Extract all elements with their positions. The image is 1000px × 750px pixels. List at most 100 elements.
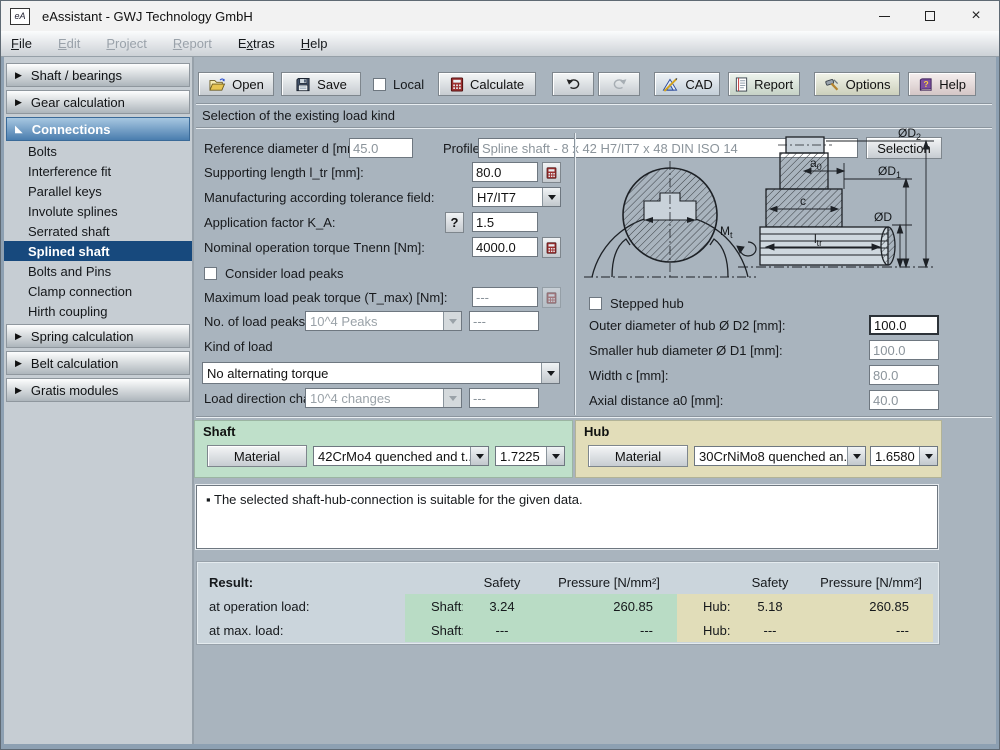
sidebar-group-gratis-modules[interactable]: ▶ Gratis modules (6, 378, 190, 402)
stepped-hub-checkbox[interactable] (589, 297, 602, 310)
menu-edit[interactable]: Edit (58, 36, 80, 51)
hub-material-button[interactable]: Material (588, 445, 688, 467)
toolbar: Open Save Local Calculate CAD Report Opt… (198, 71, 992, 97)
sidebar-item-involute-splines[interactable]: Involute splines (4, 201, 192, 221)
sidebar-item-hirth-coupling[interactable]: Hirth coupling (4, 301, 192, 321)
result-header-row: Result: Safety Pressure [N/mm²] Safety P… (209, 570, 939, 594)
application-factor-help-button[interactable]: ? (445, 212, 464, 233)
menu-extras[interactable]: Extras (238, 36, 275, 51)
max-peak-torque-field[interactable] (472, 287, 538, 307)
chevron-down-icon[interactable] (919, 447, 937, 465)
options-button[interactable]: Options (814, 72, 901, 96)
application-factor-field[interactable] (472, 212, 538, 232)
maximize-button[interactable] (907, 1, 953, 31)
calculator-icon (546, 241, 557, 254)
open-button[interactable]: Open (198, 72, 274, 96)
chevron-down-icon[interactable] (546, 447, 564, 465)
menu-help[interactable]: Help (301, 36, 328, 51)
message-bullet: ▪ (206, 492, 211, 507)
title-bar: eA eAssistant - GWJ Technology GmbH × (1, 1, 999, 31)
cad-ruler-icon (661, 77, 679, 92)
sidebar-item-serrated-shaft[interactable]: Serrated shaft (4, 221, 192, 241)
chevron-down-icon[interactable] (541, 363, 559, 383)
cad-button[interactable]: CAD (654, 72, 721, 96)
window-title: eAssistant - GWJ Technology GmbH (42, 8, 253, 24)
report-button[interactable]: Report (728, 72, 801, 96)
sidebar-item-bolts[interactable]: Bolts (4, 141, 192, 161)
save-button[interactable]: Save (281, 72, 361, 96)
minimize-button[interactable] (861, 1, 907, 31)
chevron-down-icon (443, 312, 461, 330)
load-direction-unit-dropdown[interactable]: 10^4 changes (305, 388, 462, 408)
message-text: The selected shaft-hub-connection is sui… (214, 492, 583, 507)
message-box: ▪ The selected shaft-hub-connection is s… (196, 485, 938, 549)
chevron-down-icon[interactable] (470, 447, 488, 465)
smaller-diameter-field[interactable] (869, 340, 939, 360)
result-title: Result: (209, 574, 254, 590)
sidebar-group-connections[interactable]: ◣ Connections (6, 117, 190, 141)
svg-text:ØD1: ØD1 (878, 164, 901, 180)
app-window: eA eAssistant - GWJ Technology GmbH × Fi… (0, 0, 1000, 750)
sidebar-group-belt-calculation[interactable]: ▶ Belt calculation (6, 351, 190, 375)
load-peaks-unit-dropdown[interactable]: 10^4 Peaks (305, 311, 462, 331)
pressure-column-header: Pressure [N/mm²] (558, 574, 660, 590)
hub-material-number-dropdown[interactable]: 1.6580 (870, 446, 938, 466)
calculate-button[interactable]: Calculate (438, 72, 537, 96)
menu-bar: File Edit Project Report Extras Help (1, 31, 999, 57)
sidebar-item-splined-shaft[interactable]: Splined shaft (4, 241, 192, 261)
shaft-material-number-dropdown[interactable]: 1.7225 (495, 446, 565, 466)
load-direction-field[interactable] (469, 388, 539, 408)
axial-distance-field[interactable] (869, 390, 939, 410)
local-checkbox[interactable] (373, 77, 386, 91)
consider-load-peaks-checkbox[interactable] (204, 267, 217, 280)
result-row-max-load: at max. load: Shaft: --- --- Hub: --- --… (209, 618, 939, 642)
menu-file[interactable]: File (11, 36, 32, 51)
tolerance-dropdown[interactable]: H7/IT7 (472, 187, 561, 207)
redo-button[interactable] (598, 72, 641, 96)
collapsed-arrow-icon: ▶ (15, 69, 22, 80)
status-text: Selection of the existing load kind (202, 108, 395, 123)
shaft-material-button[interactable]: Material (207, 445, 307, 467)
collapsed-arrow-icon: ▶ (15, 384, 22, 395)
expanded-arrow-icon: ◣ (15, 123, 23, 135)
help-book-icon: ? (918, 77, 933, 92)
nominal-torque-calc-button[interactable] (542, 237, 561, 258)
tolerance-field-label: Manufacturing according tolerance field: (204, 190, 435, 205)
close-icon: × (971, 7, 981, 24)
close-button[interactable]: × (953, 1, 999, 31)
main-panel: Open Save Local Calculate CAD Report Opt… (194, 57, 996, 744)
sidebar-item-bolts-and-pins[interactable]: Bolts and Pins (4, 261, 192, 281)
reference-diameter-label: Reference diameter d [mm]: (204, 141, 366, 156)
svg-text:ØD: ØD (874, 210, 892, 224)
kind-of-load-dropdown[interactable]: No alternating torque (202, 362, 560, 384)
help-button[interactable]: ? Help (908, 72, 977, 96)
supporting-length-field[interactable] (472, 162, 538, 182)
hub-material-panel: Hub Material 30CrNiMo8 quenched an... 1.… (575, 420, 942, 478)
hub-material-dropdown[interactable]: 30CrNiMo8 quenched an... (694, 446, 866, 466)
sidebar-group-spring-calculation[interactable]: ▶ Spring calculation (6, 324, 190, 348)
calculator-icon (546, 166, 557, 179)
shaft-material-dropdown[interactable]: 42CrMo4 quenched and t... (313, 446, 489, 466)
safety-column-header: Safety (483, 574, 521, 590)
reference-diameter-field[interactable] (349, 138, 413, 158)
supporting-length-calc-button[interactable] (542, 162, 561, 183)
undo-button[interactable] (552, 72, 595, 96)
sidebar-group-shaft-bearings[interactable]: ▶ Shaft / bearings (6, 63, 190, 87)
menu-report[interactable]: Report (173, 36, 212, 51)
svg-text:c: c (800, 194, 806, 208)
load-peaks-field[interactable] (469, 311, 539, 331)
width-c-field[interactable] (869, 365, 939, 385)
menu-project[interactable]: Project (106, 36, 146, 51)
sidebar-item-interference-fit[interactable]: Interference fit (4, 161, 192, 181)
chevron-down-icon[interactable] (542, 188, 560, 206)
sidebar-item-parallel-keys[interactable]: Parallel keys (4, 181, 192, 201)
sidebar-item-clamp-connection[interactable]: Clamp connection (4, 281, 192, 301)
chevron-down-icon[interactable] (847, 447, 865, 465)
open-folder-icon (208, 77, 226, 92)
result-panel: Result: Safety Pressure [N/mm²] Safety P… (196, 561, 940, 645)
outer-diameter-field[interactable] (869, 315, 939, 335)
shaft-material-panel: Shaft Material 42CrMo4 quenched and t...… (194, 420, 573, 478)
sidebar-group-gear-calculation[interactable]: ▶ Gear calculation (6, 90, 190, 114)
nominal-torque-field[interactable] (472, 237, 538, 257)
max-peak-torque-calc-button[interactable] (542, 287, 561, 308)
